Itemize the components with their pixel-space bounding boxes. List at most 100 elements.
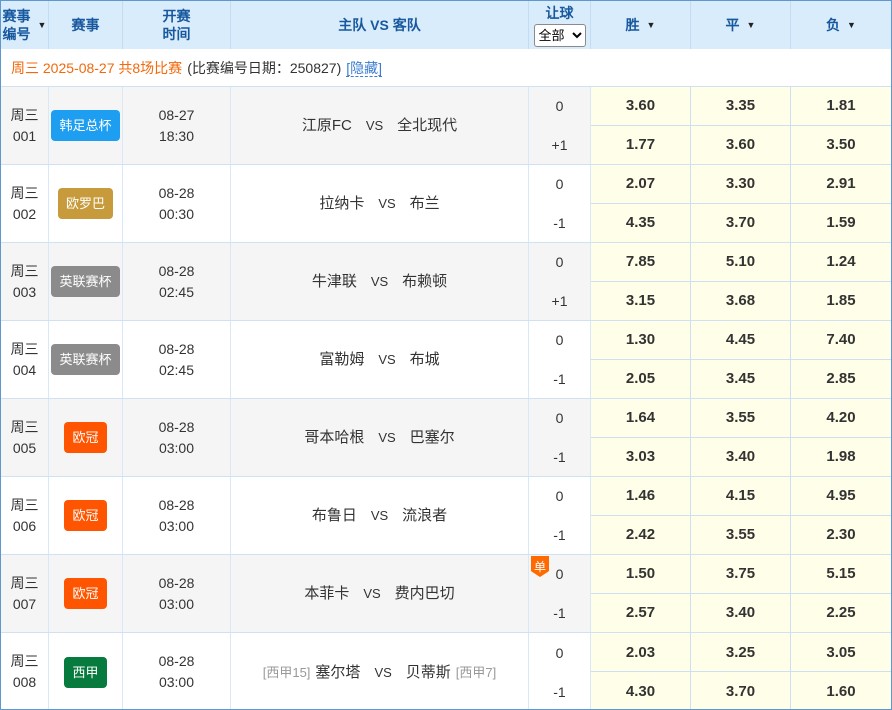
hide-link[interactable]: [隐藏] — [346, 58, 382, 78]
start-time-cell: 08-28 03:00 — [123, 633, 231, 710]
match-day-summary: 周三 2025-08-27 共8场比赛 — [11, 58, 182, 78]
lose-odds-column: 5.152.25 — [791, 555, 891, 632]
lose-odds-column: 1.813.50 — [791, 87, 891, 164]
odds-draw-cell[interactable]: 3.68 — [691, 282, 791, 321]
odds-draw-cell[interactable]: 3.70 — [691, 204, 791, 243]
odds-win-cell[interactable]: 2.57 — [591, 594, 691, 633]
match-row: 周三 004 英联赛杯 08-28 02:45 富勒姆 VS 布城 0-1 1.… — [1, 321, 891, 399]
teams-cell: 牛津联 VS 布赖顿 — [231, 243, 529, 320]
odds-draw-cell[interactable]: 3.75 — [691, 555, 791, 594]
odds-win-cell[interactable]: 2.05 — [591, 360, 691, 399]
draw-odds-column: 4.453.45 — [691, 321, 791, 398]
lose-dropdown-caret-icon[interactable]: ▼ — [847, 16, 856, 34]
odds-draw-cell[interactable]: 3.40 — [691, 438, 791, 477]
odds-win-cell[interactable]: 1.50 — [591, 555, 691, 594]
odds-table-app: 赛事 编号 ▼ 赛事 开赛 时间 主队 VS 客队 让球 全部 胜 ▼ — [0, 0, 892, 710]
handicap-value: -1 — [529, 360, 590, 399]
win-dropdown-caret-icon[interactable]: ▼ — [647, 16, 656, 34]
match-date: 08-28 — [159, 417, 195, 438]
odds-win-cell[interactable]: 2.42 — [591, 516, 691, 555]
odds-lose-cell[interactable]: 1.24 — [791, 243, 891, 282]
league-cell: 欧罗巴 — [49, 165, 123, 242]
header-handicap-label: 让球 — [546, 4, 574, 22]
header-win[interactable]: 胜 ▼ — [591, 1, 691, 49]
odds-lose-cell[interactable]: 1.81 — [791, 87, 891, 126]
odds-win-cell[interactable]: 1.46 — [591, 477, 691, 516]
odds-draw-cell[interactable]: 3.35 — [691, 87, 791, 126]
odds-win-cell[interactable]: 1.30 — [591, 321, 691, 360]
match-rows-container: 周三 001 韩足总杯 08-27 18:30 江原FC VS 全北现代 0+1… — [1, 87, 891, 710]
match-row: 周三 008 西甲 08-28 03:00 [西甲15] 塞尔塔 VS 贝蒂斯 … — [1, 633, 891, 710]
odds-draw-cell[interactable]: 3.70 — [691, 672, 791, 710]
handicap-value: -1 — [529, 438, 590, 477]
odds-draw-cell[interactable]: 3.45 — [691, 360, 791, 399]
odds-lose-cell[interactable]: 4.95 — [791, 477, 891, 516]
away-team: 布城 — [410, 349, 440, 370]
odds-draw-cell[interactable]: 3.55 — [691, 399, 791, 438]
odds-draw-cell[interactable]: 4.45 — [691, 321, 791, 360]
league-badge: 韩足总杯 — [51, 110, 119, 141]
home-team: 哥本哈根 — [304, 427, 364, 448]
date-subheader: 周三 2025-08-27 共8场比赛 (比赛编号日期：250827) [隐藏] — [1, 49, 891, 87]
match-day: 周三 — [11, 339, 39, 360]
handicap-filter-select[interactable]: 全部 — [534, 24, 586, 47]
handicap-value: -1 — [529, 204, 590, 243]
odds-win-cell[interactable]: 7.85 — [591, 243, 691, 282]
odds-win-cell[interactable]: 3.15 — [591, 282, 691, 321]
odds-win-cell[interactable]: 3.60 — [591, 87, 691, 126]
sort-caret-icon[interactable]: ▼ — [38, 16, 47, 34]
odds-win-cell[interactable]: 3.03 — [591, 438, 691, 477]
odds-draw-cell[interactable]: 3.55 — [691, 516, 791, 555]
header-start-time: 开赛 时间 — [123, 1, 231, 49]
handicap-value: 0 — [529, 321, 590, 360]
odds-lose-cell[interactable]: 2.85 — [791, 360, 891, 399]
odds-lose-cell[interactable]: 1.60 — [791, 672, 891, 710]
odds-lose-cell[interactable]: 1.98 — [791, 438, 891, 477]
league-badge: 欧冠 — [64, 422, 106, 453]
handicap-cell: 0-1 — [529, 165, 591, 242]
odds-lose-cell[interactable]: 5.15 — [791, 555, 891, 594]
teams-cell: 江原FC VS 全北现代 — [231, 87, 529, 164]
odds-win-cell[interactable]: 1.77 — [591, 126, 691, 165]
header-league: 赛事 — [49, 1, 123, 49]
handicap-value: 0 — [529, 165, 590, 204]
odds-win-cell[interactable]: 4.30 — [591, 672, 691, 710]
match-time: 02:45 — [159, 360, 194, 381]
draw-dropdown-caret-icon[interactable]: ▼ — [747, 16, 756, 34]
header-draw[interactable]: 平 ▼ — [691, 1, 791, 49]
match-id-cell: 周三 004 — [1, 321, 49, 398]
odds-draw-cell[interactable]: 3.60 — [691, 126, 791, 165]
win-odds-column: 2.074.35 — [591, 165, 691, 242]
handicap-cell: 0-1 — [529, 321, 591, 398]
odds-win-cell[interactable]: 1.64 — [591, 399, 691, 438]
table-header: 赛事 编号 ▼ 赛事 开赛 时间 主队 VS 客队 让球 全部 胜 ▼ — [1, 1, 891, 49]
odds-lose-cell[interactable]: 3.05 — [791, 633, 891, 672]
odds-draw-cell[interactable]: 3.25 — [691, 633, 791, 672]
odds-lose-cell[interactable]: 2.30 — [791, 516, 891, 555]
odds-lose-cell[interactable]: 3.50 — [791, 126, 891, 165]
odds-lose-cell[interactable]: 1.59 — [791, 204, 891, 243]
home-team: 布鲁日 — [312, 505, 357, 526]
odds-draw-cell[interactable]: 5.10 — [691, 243, 791, 282]
match-id-cell: 周三 006 — [1, 477, 49, 554]
odds-win-cell[interactable]: 2.07 — [591, 165, 691, 204]
odds-draw-cell[interactable]: 3.30 — [691, 165, 791, 204]
teams-cell: 哥本哈根 VS 巴塞尔 — [231, 399, 529, 476]
odds-draw-cell[interactable]: 4.15 — [691, 477, 791, 516]
odds-lose-cell[interactable]: 7.40 — [791, 321, 891, 360]
vs-label: VS — [371, 505, 388, 526]
header-lose[interactable]: 负 ▼ — [791, 1, 891, 49]
odds-win-cell[interactable]: 2.03 — [591, 633, 691, 672]
odds-lose-cell[interactable]: 4.20 — [791, 399, 891, 438]
odds-lose-cell[interactable]: 1.85 — [791, 282, 891, 321]
odds-win-cell[interactable]: 4.35 — [591, 204, 691, 243]
draw-odds-column: 3.753.40 — [691, 555, 791, 632]
win-odds-column: 1.643.03 — [591, 399, 691, 476]
handicap-value: -1 — [529, 516, 590, 555]
handicap-value: +1 — [529, 282, 590, 321]
win-odds-column: 1.302.05 — [591, 321, 691, 398]
odds-draw-cell[interactable]: 3.40 — [691, 594, 791, 633]
odds-lose-cell[interactable]: 2.25 — [791, 594, 891, 633]
header-match-number[interactable]: 赛事 编号 ▼ — [1, 1, 49, 49]
odds-lose-cell[interactable]: 2.91 — [791, 165, 891, 204]
